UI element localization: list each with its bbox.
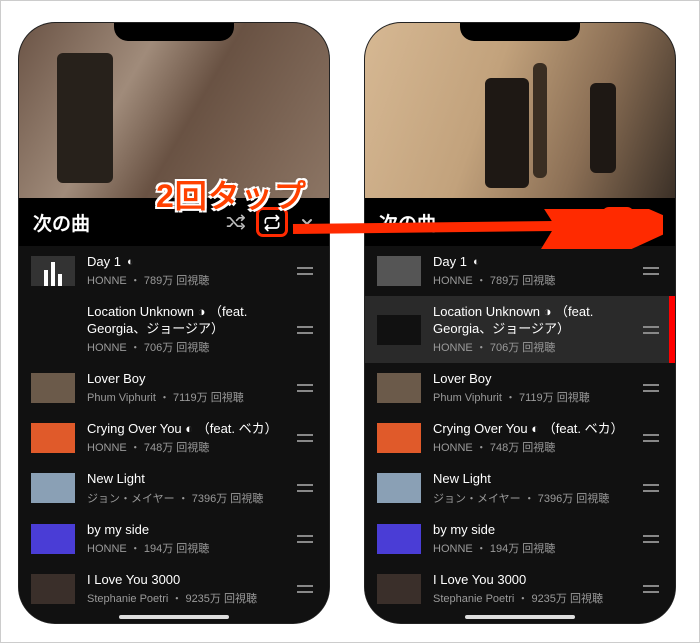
now-playing-video[interactable] [365,23,675,198]
drag-handle-icon[interactable] [295,434,315,442]
drag-handle-icon[interactable] [641,267,661,275]
queue-item[interactable]: by my side HONNE ・ 194万 回視聴 [19,514,329,564]
track-title: New Light [433,471,491,487]
queue-item[interactable]: New Light ジョン・メイヤー ・ 7396万 回視聴 [19,463,329,513]
track-thumbnail [377,524,421,554]
phone-notch [460,23,580,41]
drag-handle-icon[interactable] [295,267,315,275]
track-thumbnail [31,423,75,453]
track-title: I Love You 3000 [433,572,526,588]
comparison-container: 次の曲 Day 1 ◐ HONNE ・ 789万 回視聴 Location Unkno… [1,1,699,633]
track-subtitle: HONNE ・ 706万 回視聴 [87,339,283,355]
home-indicator [465,615,575,619]
queue-list[interactable]: Day 1 ◐ HONNE ・ 789万 回視聴 Location Unknown ◑… [19,246,329,623]
track-subtitle: HONNE ・ 194万 回視聴 [87,540,283,556]
track-subtitle: Phum Viphurit ・ 7119万 回視聴 [87,389,283,405]
home-indicator [119,615,229,619]
phone-notch [114,23,234,41]
drag-handle-icon[interactable] [641,484,661,492]
drag-handle-icon[interactable] [641,434,661,442]
track-thumbnail [31,473,75,503]
queue-header: 次の曲 1 [365,198,675,246]
queue-item[interactable]: Day 1 ◐ HONNE ・ 789万 回視聴 [365,246,675,296]
drag-handle-icon[interactable] [641,535,661,543]
track-title: I Love You 3000 [87,572,180,588]
shuffle-icon[interactable] [571,212,591,232]
track-thumbnail [377,574,421,604]
track-title: Me & You [87,622,143,623]
track-subtitle: ジョン・メイヤー ・ 7396万 回視聴 [433,490,629,506]
track-title: Location Unknown ◑ （feat. Georgia、ジョージア） [87,304,283,337]
queue-title: 次の曲 [379,209,571,236]
track-title: Lover Boy [433,371,492,387]
track-title: Day 1 [87,254,121,270]
track-subtitle: HONNE ・ 748万 回視聴 [433,439,629,455]
queue-list[interactable]: Day 1 ◐ HONNE ・ 789万 回視聴 Location Unknown ◑… [365,246,675,623]
track-title: Location Unknown ◑ （feat. Georgia、ジョージア） [433,304,629,337]
track-thumbnail [377,315,421,345]
drag-handle-icon[interactable] [641,384,661,392]
track-subtitle: Stephanie Poetri ・ 9235万 回視聴 [433,590,629,606]
track-title: Lover Boy [87,371,146,387]
now-playing-equalizer-icon [31,256,75,286]
queue-item[interactable]: Crying Over You ◐ （feat. ベカ） HONNE ・ 748万… [19,413,329,463]
drag-handle-icon[interactable] [295,326,315,334]
track-thumbnail [377,256,421,286]
track-title: by my side [87,522,149,538]
track-subtitle: HONNE ・ 706万 回視聴 [433,339,629,355]
drag-handle-icon[interactable] [295,384,315,392]
queue-item[interactable]: Lover Boy Phum Viphurit ・ 7119万 回視聴 [365,363,675,413]
track-title: New Light [87,471,145,487]
phone-left: 次の曲 Day 1◐HONNE ・ 789万 回視聴Location Unkno… [19,23,329,623]
queue-item[interactable]: I Love You 3000 Stephanie Poetri ・ 9235万 … [19,564,329,614]
track-subtitle: ジョン・メイヤー ・ 7396万 回視聴 [87,490,283,506]
svg-text:1: 1 [616,218,620,227]
track-subtitle: HONNE ・ 748万 回視聴 [87,439,283,455]
half-moon-icon: ◐ [473,256,480,268]
track-thumbnail [31,524,75,554]
repeat-one-icon[interactable]: 1 [605,210,631,234]
track-thumbnail [31,373,75,403]
queue-item[interactable]: Day 1 ◐ HONNE ・ 789万 回視聴 [19,246,329,296]
drag-handle-icon[interactable] [641,585,661,593]
track-title: Me & You [433,622,489,623]
track-title: by my side [433,522,495,538]
half-moon-icon: ◐ [127,256,134,268]
track-title: Crying Over You ◐ （feat. ベカ） [87,421,278,437]
drag-handle-icon[interactable] [295,585,315,593]
annotation-label: 2回タップ [156,171,307,217]
queue-item[interactable]: I Love You 3000 Stephanie Poetri ・ 9235万 … [365,564,675,614]
track-thumbnail [377,473,421,503]
track-thumbnail [31,256,75,286]
queue-item[interactable]: New Light ジョン・メイヤー ・ 7396万 回視聴 [365,463,675,513]
drag-handle-icon[interactable] [295,535,315,543]
chevron-down-icon[interactable] [645,214,661,230]
track-subtitle: HONNE ・ 789万 回視聴 [433,272,629,288]
queue-item[interactable]: Location Unknown ◑ （feat. Georgia、ジョージア）… [365,296,675,363]
track-title: Day 1 [433,254,467,270]
track-thumbnail [377,423,421,453]
drag-handle-icon[interactable] [295,484,315,492]
queue-item[interactable]: Lover Boy Phum Viphurit ・ 7119万 回視聴 [19,363,329,413]
track-subtitle: Phum Viphurit ・ 7119万 回視聴 [433,389,629,405]
queue-item[interactable]: by my side HONNE ・ 194万 回視聴 [365,514,675,564]
track-subtitle: HONNE ・ 194万 回視聴 [433,540,629,556]
track-thumbnail [377,373,421,403]
phone-right: 次の曲 1 Day 1 ◐ HONNE ・ 789万 回視聴 Location Unk… [365,23,675,623]
track-subtitle: Stephanie Poetri ・ 9235万 回視聴 [87,590,283,606]
queue-item[interactable]: Crying Over You ◐ （feat. ベカ） HONNE ・ 748万… [365,413,675,463]
track-title: Crying Over You ◐ （feat. ベカ） [433,421,624,437]
track-thumbnail [31,315,75,345]
track-subtitle: HONNE ・ 789万 回視聴 [87,272,283,288]
queue-item[interactable]: Location Unknown ◑ （feat. Georgia、ジョージア）… [19,296,329,363]
drag-handle-icon[interactable] [641,326,661,334]
track-thumbnail [31,574,75,604]
